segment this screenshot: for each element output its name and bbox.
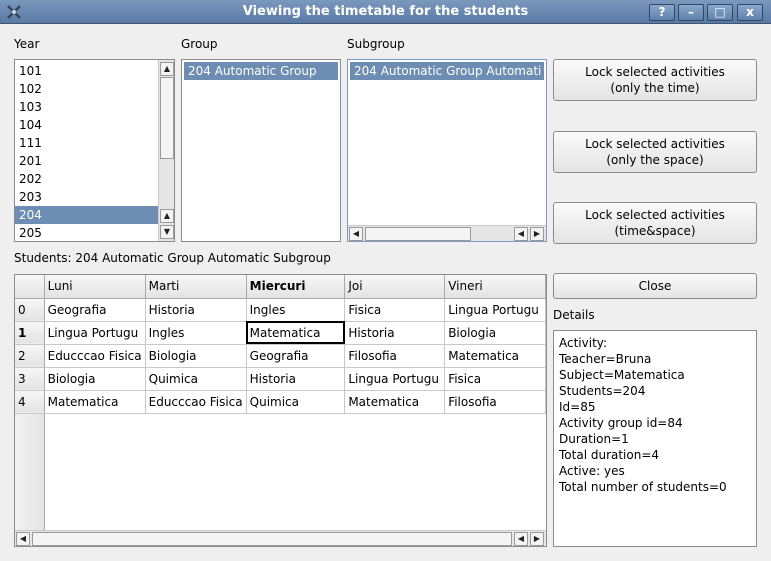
subgroup-hscrollbar[interactable]: ◀ ◀ ▶ — [348, 225, 546, 241]
timetable-cell[interactable]: Fisica — [344, 298, 446, 322]
scroll-right-icon[interactable]: ▶ — [530, 227, 544, 241]
details-line: Id=85 — [559, 400, 596, 414]
year-list-item[interactable]: 204 — [15, 206, 158, 224]
timetable-cell[interactable]: Quimica — [246, 390, 346, 414]
timetable-cell[interactable]: Quimica — [145, 367, 247, 391]
timetable-cell[interactable]: Lingua Portugu — [44, 321, 146, 345]
timetable-cell[interactable]: Fisica — [444, 367, 546, 391]
group-label: Group — [181, 37, 218, 51]
year-list-item[interactable]: 202 — [15, 170, 158, 188]
details-line: Activity: — [559, 336, 608, 350]
scroll-left-icon[interactable]: ◀ — [16, 532, 30, 546]
timetable-scroll-thumb[interactable] — [32, 532, 512, 546]
table-row: 3 Biologia Quimica Historia Lingua Portugu Fi… — [15, 367, 546, 391]
timetable-cell[interactable]: Historia — [344, 321, 446, 345]
table-row: 0 Geografia Historia Ingles Fisica Lingua Por… — [15, 298, 546, 322]
year-list-item[interactable]: 101 — [15, 62, 158, 80]
timetable-cell[interactable]: Ingles — [145, 321, 247, 345]
column-header[interactable]: Miercuri — [246, 275, 346, 299]
close-window-button[interactable]: x — [737, 4, 763, 21]
timetable-hscrollbar[interactable]: ◀ ◀ ▶ — [15, 530, 546, 546]
row-header[interactable]: 1 — [15, 321, 45, 345]
timetable-table[interactable]: Luni Marti Miercuri Joi Vineri 0 Geografia His… — [15, 275, 546, 414]
column-header[interactable]: Luni — [44, 275, 146, 299]
year-list-item[interactable]: 203 — [15, 188, 158, 206]
scroll-left-icon[interactable]: ◀ — [349, 227, 363, 241]
year-list-item[interactable]: 102 — [15, 80, 158, 98]
timetable-cell[interactable]: Filosofia — [344, 344, 446, 368]
maximize-button[interactable]: □ — [707, 4, 733, 21]
year-list[interactable]: 101 102 103 104 111 201 202 203 204 205 ▲ ▲ ▼ — [14, 59, 175, 242]
students-label: Students: 204 Automatic Group Automatic … — [14, 251, 331, 265]
title-bar[interactable]: Viewing the timetable for the students ?… — [0, 0, 771, 24]
help-button[interactable]: ? — [649, 4, 675, 21]
timetable-cell[interactable]: Lingua Portugu — [444, 298, 546, 322]
timetable-cell[interactable]: Matematica — [444, 344, 546, 368]
year-scroll-thumb[interactable] — [160, 77, 174, 159]
year-list-item[interactable]: 104 — [15, 116, 158, 134]
timetable-cell[interactable]: Geografia — [44, 298, 146, 322]
year-list-scrollbar[interactable]: ▲ ▲ ▼ — [158, 60, 174, 241]
column-header[interactable]: Joi — [344, 275, 446, 299]
year-list-item[interactable]: 111 — [15, 134, 158, 152]
lock-space-button[interactable]: Lock selected activities (only the space… — [553, 131, 757, 173]
scroll-left-icon[interactable]: ◀ — [514, 532, 528, 546]
timetable-cell[interactable]: Lingua Portugu — [344, 367, 446, 391]
details-textbox[interactable]: Activity: Teacher=Bruna Subject=Matematica… — [553, 330, 757, 547]
timetable-cell[interactable]: Matematica — [44, 390, 146, 414]
scroll-left-icon[interactable]: ◀ — [514, 227, 528, 241]
group-list[interactable]: 204 Automatic Group — [181, 59, 341, 242]
timetable-cell[interactable]: Matematica — [344, 390, 446, 414]
timetable-cell[interactable]: Biologia — [44, 367, 146, 391]
lock-time-space-button[interactable]: Lock selected activities (time&space) — [553, 202, 757, 244]
subgroup-scroll-thumb[interactable] — [365, 227, 471, 241]
group-list-item[interactable]: 204 Automatic Group — [184, 62, 338, 80]
year-label: Year — [14, 37, 40, 51]
table-row: 4 Matematica Educccao Fisica Quimica Matemat… — [15, 390, 546, 414]
table-row: 2 Educccao Fisica Biologia Geografia Filosof… — [15, 344, 546, 368]
subgroup-list[interactable]: 204 Automatic Group Automati ◀ ◀ ▶ — [347, 59, 547, 242]
timetable-cell[interactable]: Educccao Fisica — [145, 390, 247, 414]
scroll-up-icon[interactable]: ▲ — [160, 62, 174, 76]
details-line: Duration=1 — [559, 432, 629, 446]
row-header[interactable]: 3 — [15, 367, 45, 391]
timetable-cell[interactable]: Educccao Fisica — [44, 344, 146, 368]
timetable-cell[interactable]: Matematica — [246, 321, 346, 345]
timetable-cell[interactable]: Ingles — [246, 298, 346, 322]
table-row: 1 Lingua Portugu Ingles Matematica Historia B… — [15, 321, 546, 345]
details-label: Details — [553, 308, 595, 322]
row-header[interactable]: 0 — [15, 298, 45, 322]
subgroup-label: Subgroup — [347, 37, 405, 51]
year-list-item[interactable]: 103 — [15, 98, 158, 116]
year-list-item[interactable]: 205 — [15, 224, 158, 241]
timetable-cell[interactable]: Historia — [246, 367, 346, 391]
details-line: Activity group id=84 — [559, 416, 683, 430]
details-line: Subject=Matematica — [559, 368, 685, 382]
details-line: Students=204 — [559, 384, 646, 398]
row-header[interactable]: 4 — [15, 390, 45, 414]
row-header[interactable]: 2 — [15, 344, 45, 368]
timetable-cell[interactable]: Filosofia — [444, 390, 546, 414]
scroll-down-icon[interactable]: ▼ — [160, 225, 174, 239]
timetable-cell[interactable]: Biologia — [145, 344, 247, 368]
details-line: Active: yes — [559, 464, 625, 478]
details-line: Total number of students=0 — [559, 480, 727, 494]
year-list-item[interactable]: 201 — [15, 152, 158, 170]
minimize-button[interactable]: – — [678, 4, 704, 21]
timetable-cell[interactable]: Historia — [145, 298, 247, 322]
scroll-up-icon[interactable]: ▲ — [160, 209, 174, 223]
close-button[interactable]: Close — [553, 273, 757, 299]
subgroup-list-item[interactable]: 204 Automatic Group Automati — [350, 62, 544, 80]
scroll-right-icon[interactable]: ▶ — [530, 532, 544, 546]
column-header[interactable]: Marti — [145, 275, 247, 299]
details-line: Teacher=Bruna — [559, 352, 652, 366]
corner-header — [15, 275, 45, 299]
lock-time-button[interactable]: Lock selected activities (only the time) — [553, 59, 757, 101]
timetable-cell[interactable]: Biologia — [444, 321, 546, 345]
timetable-cell[interactable]: Geografia — [246, 344, 346, 368]
timetable-grid[interactable]: Luni Marti Miercuri Joi Vineri 0 Geografia His… — [14, 274, 547, 547]
details-line: Total duration=4 — [559, 448, 660, 462]
column-header[interactable]: Vineri — [444, 275, 546, 299]
